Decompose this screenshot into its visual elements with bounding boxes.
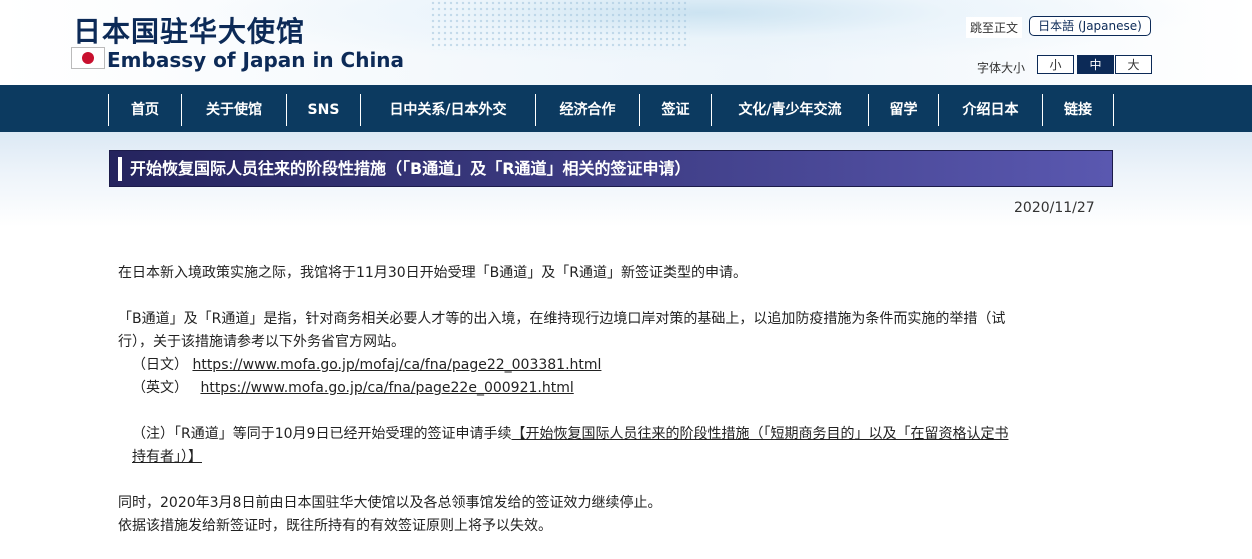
font-size-small-button[interactable]: 小 [1037, 55, 1074, 74]
publish-date: 2020/11/27 [1014, 200, 1095, 216]
japan-flag-icon [71, 47, 105, 69]
font-size-label: 字体大小 [977, 61, 1026, 75]
main-navigation: 首页 关于使馆 SNS 日中关系/日本外交 经济合作 签证 文化/青少年交流 留… [0, 85, 1252, 133]
paragraph-definition-line2: 行），关于该措施请参考以下外务省官方网站。 [118, 334, 405, 350]
font-size-large-button[interactable]: 大 [1115, 55, 1152, 74]
language-switch-button[interactable]: 日本語 (Japanese) [1029, 16, 1151, 36]
font-size-medium-button[interactable]: 中 [1077, 55, 1114, 74]
nav-item-culture[interactable]: 文化/青少年交流 [711, 94, 868, 126]
nav-list: 首页 关于使馆 SNS 日中关系/日本外交 经济合作 签证 文化/青少年交流 留… [108, 94, 1114, 126]
article-body: 在日本新入境政策实施之际，我馆将于11月30日开始受理「B通道」及「R通道」新签… [118, 262, 1108, 538]
skip-to-content-link[interactable]: 跳至正文 [966, 17, 1023, 38]
note-paragraph: （注）「R通道」等同于10月9日已经开始受理的签证申请手续【开始恢复国际人员往来… [118, 423, 1108, 446]
note-paragraph-cont: 持有者」）】 [118, 446, 1108, 469]
nav-item-visa[interactable]: 签证 [639, 94, 711, 126]
site-header: 日本国驻华大使馆 Embassy of Japan in China 跳至正文 … [0, 0, 1252, 85]
english-mofa-link[interactable]: https://www.mofa.go.jp/ca/fna/page22e_00… [200, 380, 573, 396]
paragraph-suspension: 同时，2020年3月8日前由日本国驻华大使馆以及各总领事馆发给的签证效力继续停止… [118, 495, 662, 511]
page-title: 开始恢复国际人员往来的阶段性措施（「B通道」及「R通道」相关的签证申请） [109, 150, 1113, 187]
flag-sun [82, 52, 94, 64]
nav-item-japan-intro[interactable]: 介绍日本 [938, 94, 1042, 126]
nav-item-economic[interactable]: 经济合作 [535, 94, 639, 126]
japanese-link-label: （日文） [132, 357, 188, 373]
english-link-label: （英文） [132, 380, 188, 396]
paragraph-intro: 在日本新入境政策实施之际，我馆将于11月30日开始受理「B通道」及「R通道」新签… [118, 265, 747, 281]
note-text: （注）「R通道」等同于10月9日已经开始受理的签证申请手续 [132, 426, 512, 442]
english-link-row: （英文） https://www.mofa.go.jp/ca/fna/page2… [118, 377, 1108, 400]
nav-item-relations[interactable]: 日中关系/日本外交 [360, 94, 535, 126]
note-link-part1[interactable]: 【开始恢复国际人员往来的阶段性措施（「短期商务目的」以及「在留资格认定书 [511, 426, 1008, 442]
paragraph-definition-line1: 「B通道」及「R通道」是指，针对商务相关必要人才等的出入境，在维持现行边境口岸对… [118, 311, 1006, 327]
nav-item-home[interactable]: 首页 [108, 94, 181, 126]
japanese-mofa-link[interactable]: https://www.mofa.go.jp/mofaj/ca/fna/page… [192, 357, 601, 373]
world-map-decoration [430, 0, 690, 50]
japanese-link-row: （日文） https://www.mofa.go.jp/mofaj/ca/fna… [118, 354, 1108, 377]
paragraph-invalidation: 依据该措施发给新签证时，既往所持有的有效签证原则上将予以失效。 [118, 518, 552, 534]
nav-item-study[interactable]: 留学 [868, 94, 938, 126]
nav-item-sns[interactable]: SNS [286, 94, 360, 126]
note-link-part2[interactable]: 持有者」）】 [132, 449, 202, 465]
nav-item-about[interactable]: 关于使馆 [181, 94, 286, 126]
site-title-english[interactable]: Embassy of Japan in China [107, 48, 404, 72]
site-title-chinese[interactable]: 日本国驻华大使馆 [73, 10, 305, 50]
nav-item-links[interactable]: 链接 [1042, 94, 1114, 126]
